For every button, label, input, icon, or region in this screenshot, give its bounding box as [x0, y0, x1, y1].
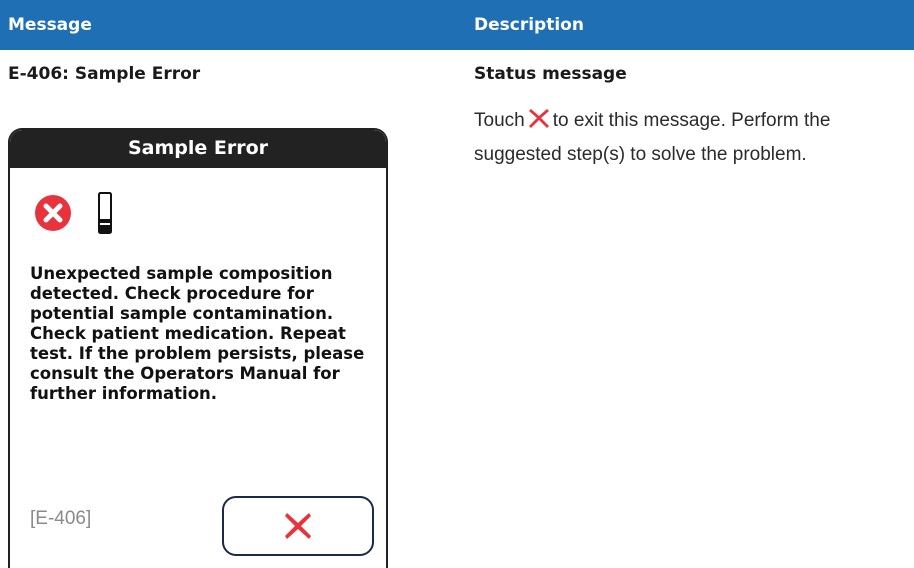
- close-x-icon: [528, 107, 550, 129]
- dialog-body-text: Unexpected sample composition detected. …: [30, 264, 365, 403]
- sample-error-dialog: Sample Error Unexpected sample compositi…: [8, 128, 388, 568]
- status-title: Status message: [474, 64, 627, 84]
- description-text: Touch to exit this message. Perform the s…: [474, 104, 894, 172]
- error-code-label: [E-406]: [30, 508, 92, 529]
- message-column-header: Message: [8, 15, 92, 35]
- table-header: Message Description: [0, 0, 914, 50]
- close-x-icon: [285, 513, 311, 539]
- description-column-header: Description: [474, 15, 584, 35]
- message-code: E-406: Sample Error: [8, 64, 201, 84]
- dialog-title: Sample Error: [10, 130, 386, 168]
- error-circle-icon: [34, 194, 72, 232]
- close-button[interactable]: [222, 496, 374, 556]
- description-before: Touch: [474, 110, 525, 131]
- sample-tube-icon: [97, 192, 113, 234]
